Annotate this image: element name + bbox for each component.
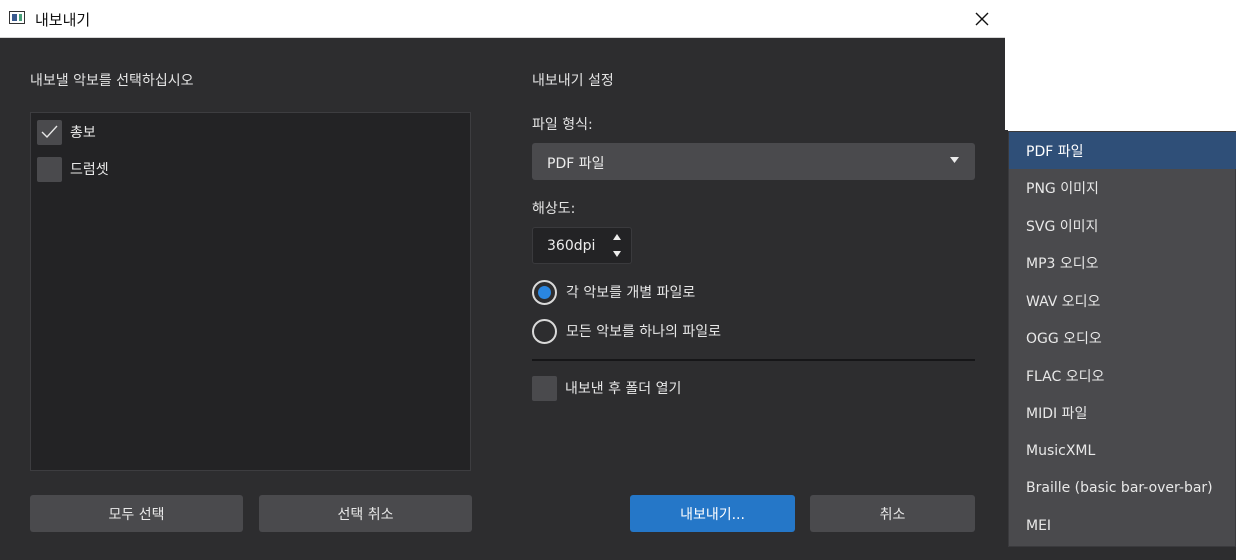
- divider: [532, 359, 975, 361]
- format-option[interactable]: PNG 이미지: [1009, 170, 1236, 207]
- dropdown-arrow-icon: [950, 157, 959, 163]
- open-folder-checkbox[interactable]: [532, 375, 557, 401]
- app-icon: [9, 11, 25, 24]
- score-selection-heading: 내보낼 악보를 선택하십시오: [30, 73, 194, 89]
- format-option[interactable]: WAV 오디오: [1009, 282, 1236, 319]
- radio-selected-dot: [538, 285, 551, 299]
- score-item-drumset[interactable]: 드럼셋: [37, 156, 109, 182]
- file-format-label: 파일 형식:: [532, 117, 593, 133]
- radio-single-file[interactable]: 모든 악보를 하나의 파일로: [532, 318, 721, 344]
- close-icon: [975, 12, 989, 25]
- file-format-dropdown-list[interactable]: PDF 파일 PNG 이미지 SVG 이미지 MP3 오디오 WAV 오디오 O…: [1008, 131, 1236, 547]
- format-option[interactable]: MEI: [1009, 507, 1236, 544]
- radio-button-single[interactable]: [532, 318, 557, 344]
- format-option[interactable]: SVG 이미지: [1009, 207, 1236, 244]
- export-settings-heading: 내보내기 설정: [532, 73, 614, 89]
- deselect-all-button[interactable]: 선택 취소: [259, 495, 472, 532]
- radio-button-separate[interactable]: [532, 279, 557, 305]
- resolution-label: 해상도:: [532, 201, 576, 217]
- radio-label-separate: 각 악보를 개별 파일로: [566, 285, 696, 301]
- file-format-value: PDF 파일: [547, 156, 605, 172]
- decrement-arrow-icon[interactable]: [613, 250, 621, 257]
- format-option[interactable]: OGG 오디오: [1009, 320, 1236, 357]
- format-option[interactable]: Braille (basic bar-over-bar): [1009, 470, 1236, 507]
- resolution-spinbox[interactable]: 360dpi: [532, 227, 632, 264]
- checkmark-icon: [41, 125, 58, 138]
- close-button[interactable]: [959, 0, 1005, 37]
- score-item-full-score[interactable]: 총보: [37, 119, 96, 145]
- file-format-select[interactable]: PDF 파일: [532, 143, 975, 180]
- increment-arrow-icon[interactable]: [613, 234, 621, 241]
- resolution-value: 360dpi: [547, 238, 596, 254]
- radio-label-single: 모든 악보를 하나의 파일로: [566, 324, 722, 340]
- score-list[interactable]: 총보 드럼셋: [30, 112, 471, 471]
- radio-separate-files[interactable]: 각 악보를 개별 파일로: [532, 279, 695, 305]
- title-bar: 내보내기: [0, 0, 1005, 38]
- format-option[interactable]: MusicXML: [1009, 432, 1236, 469]
- export-button[interactable]: 내보내기...: [630, 495, 795, 532]
- format-option[interactable]: MIDI 파일: [1009, 395, 1236, 432]
- format-option[interactable]: PDF 파일: [1009, 132, 1236, 169]
- format-option[interactable]: FLAC 오디오: [1009, 357, 1236, 394]
- open-folder-option[interactable]: 내보낸 후 폴더 열기: [532, 375, 681, 401]
- score-label: 드럼셋: [70, 162, 109, 178]
- score-checkbox-drumset[interactable]: [37, 156, 62, 182]
- cancel-button[interactable]: 취소: [810, 495, 975, 532]
- score-checkbox-full-score[interactable]: [37, 119, 62, 145]
- window-title: 내보내기: [35, 11, 91, 29]
- dropdown-shadow: [1008, 547, 1236, 560]
- open-folder-label: 내보낸 후 폴더 열기: [565, 381, 682, 397]
- format-option[interactable]: MP3 오디오: [1009, 245, 1236, 282]
- export-dialog: 내보내기 내보낼 악보를 선택하십시오 총보 드럼셋 모두 선택 선택 취소 내…: [0, 0, 1005, 560]
- score-label: 총보: [70, 125, 96, 141]
- select-all-button[interactable]: 모두 선택: [30, 495, 243, 532]
